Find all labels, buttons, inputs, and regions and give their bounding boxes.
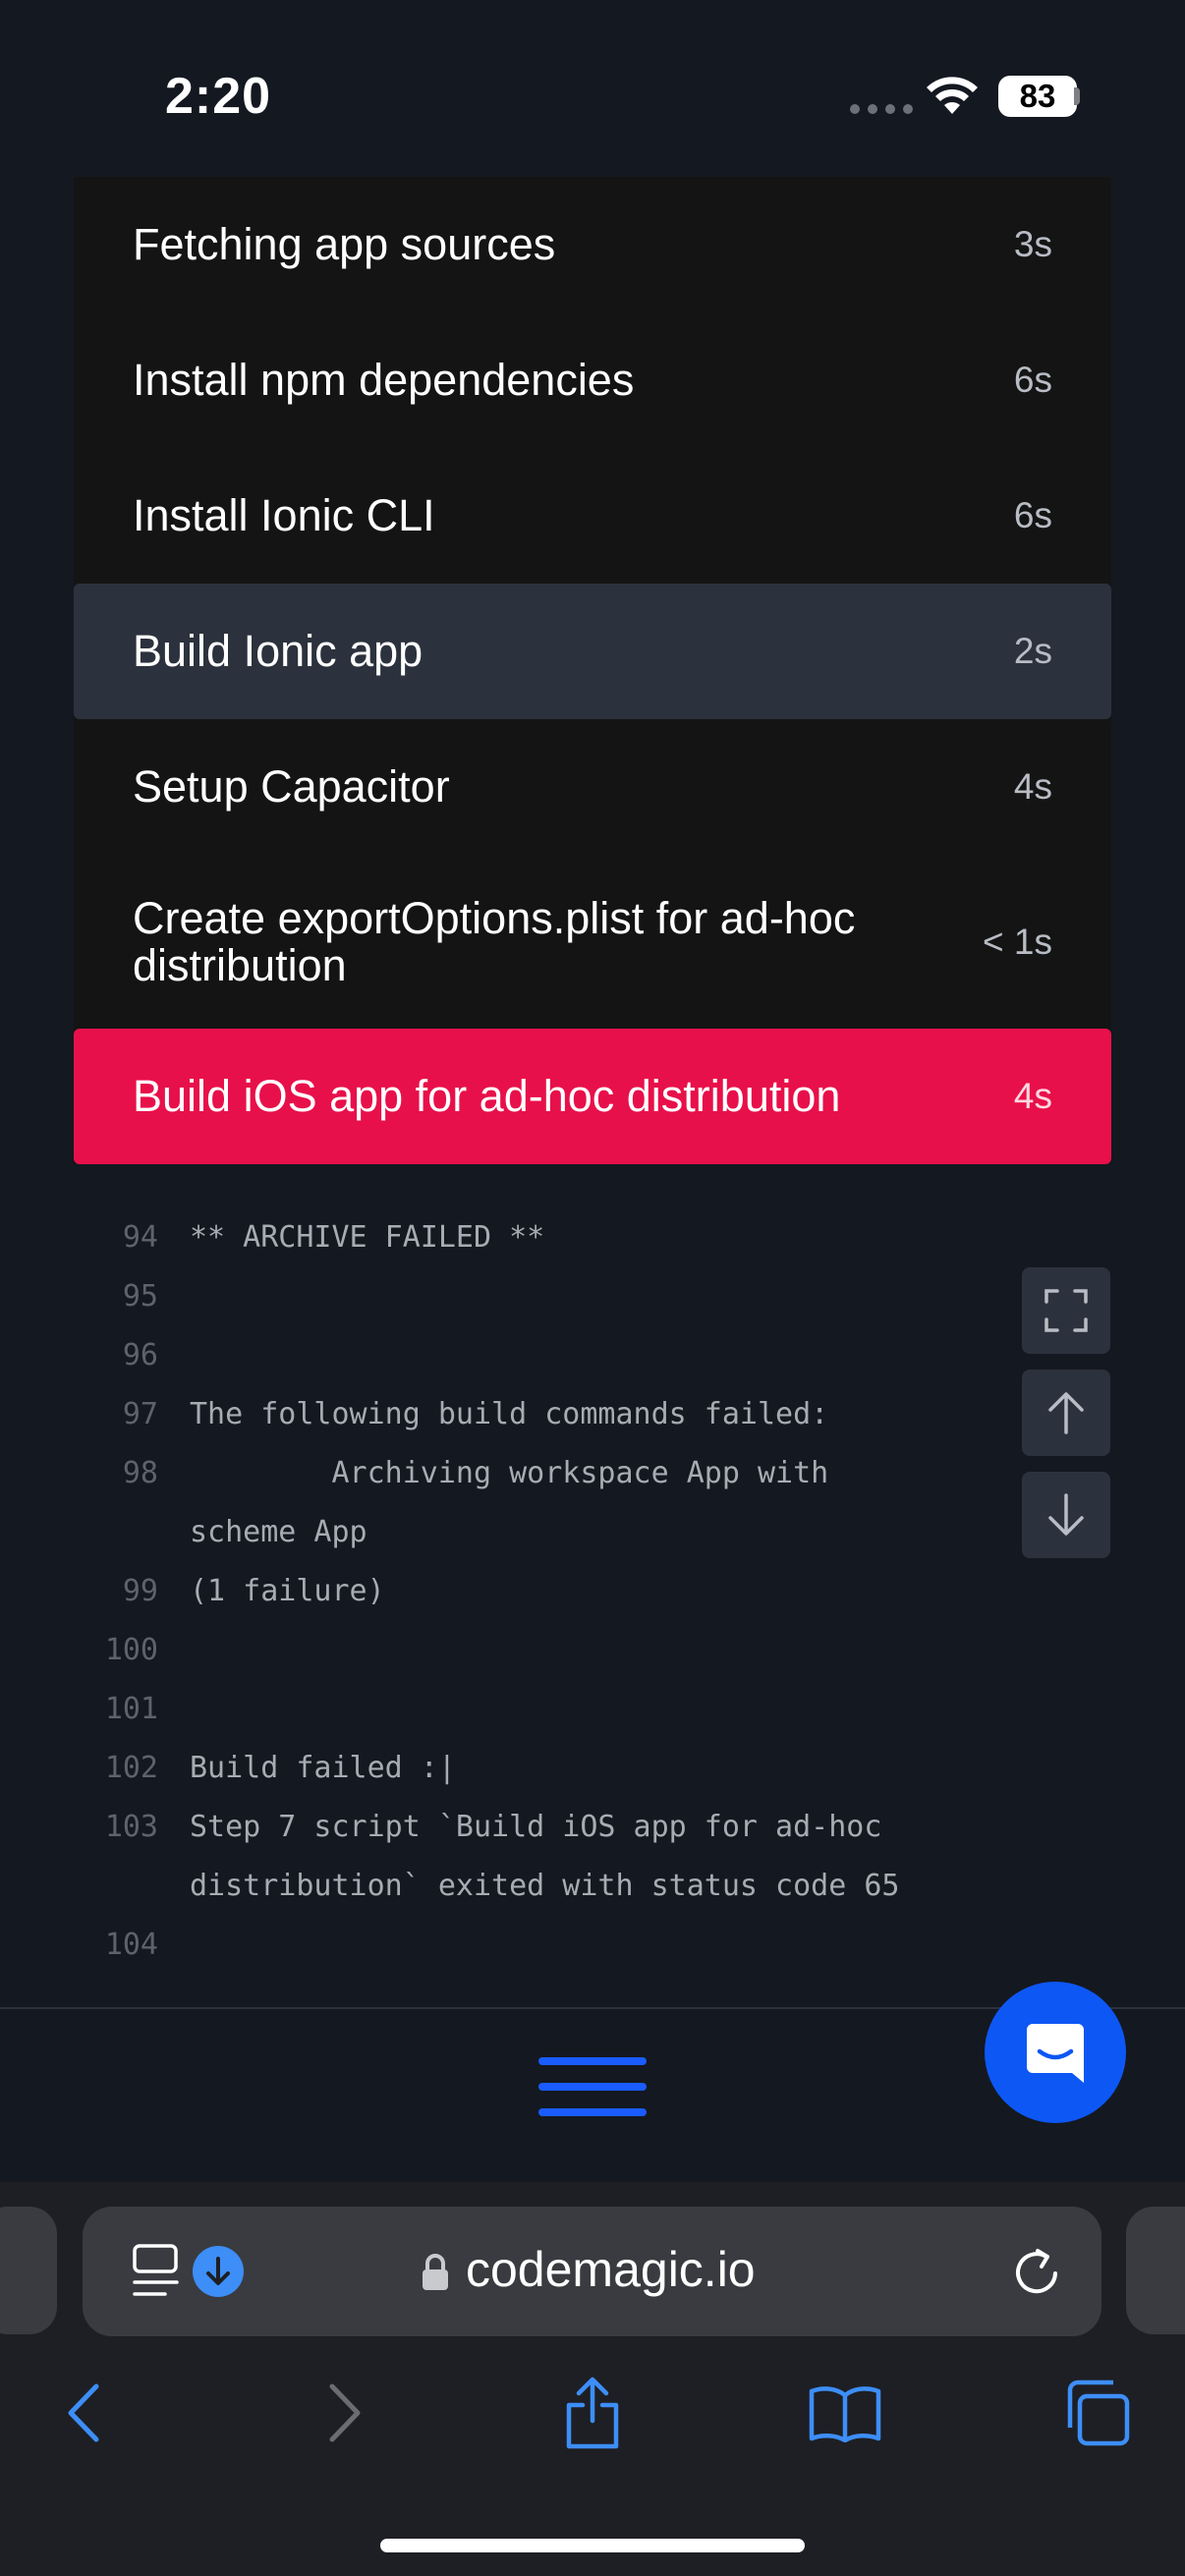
log-line-number: 98 bbox=[122, 1456, 158, 1490]
log-line: 99 (1 failure) bbox=[74, 1562, 1111, 1621]
build-log[interactable]: 94 ** ARCHIVE FAILED ** 95 96 97 The follo… bbox=[74, 1208, 1111, 2009]
battery-tip bbox=[1074, 87, 1080, 105]
status-bar: 2:20 83 bbox=[0, 0, 1185, 187]
reload-icon[interactable] bbox=[1012, 2247, 1061, 2296]
next-tab-preview[interactable] bbox=[1126, 2207, 1185, 2334]
step-fetching-app-sources[interactable]: Fetching app sources 3s bbox=[74, 177, 1111, 312]
log-line: 97 The following build commands failed: bbox=[74, 1385, 1111, 1444]
forward-button[interactable] bbox=[305, 2374, 383, 2452]
step-duration: 4s bbox=[1013, 766, 1052, 807]
step-build-ios-app[interactable]: Build iOS app for ad-hoc distribution 4s bbox=[74, 1029, 1111, 1164]
log-line: 104 bbox=[74, 1916, 1111, 1975]
bookmarks-button[interactable] bbox=[806, 2374, 884, 2452]
scroll-bottom-button[interactable] bbox=[1022, 1472, 1110, 1558]
step-install-npm-dependencies[interactable]: Install npm dependencies 6s bbox=[74, 312, 1111, 448]
fullscreen-icon bbox=[1044, 1289, 1088, 1332]
build-steps-list: Fetching app sources 3s Install npm depe… bbox=[74, 177, 1111, 1164]
share-icon bbox=[566, 2377, 619, 2449]
log-line-text: Step 7 script `Build iOS app for ad-hoc … bbox=[190, 1810, 900, 1903]
step-title: Build iOS app for ad-hoc distribution bbox=[133, 1071, 841, 1121]
log-controls bbox=[1022, 1267, 1110, 1558]
step-title: Setup Capacitor bbox=[133, 761, 450, 812]
url-text[interactable]: codemagic.io bbox=[466, 2241, 756, 2298]
fullscreen-button[interactable] bbox=[1022, 1267, 1110, 1354]
chat-button[interactable] bbox=[985, 1982, 1126, 2123]
hamburger-menu-icon[interactable] bbox=[538, 2057, 647, 2126]
log-line-text bbox=[190, 1326, 946, 1385]
previous-tab-preview[interactable] bbox=[0, 2207, 57, 2334]
log-line-text: The following build commands failed: bbox=[190, 1397, 829, 1431]
back-button[interactable] bbox=[45, 2374, 124, 2452]
log-line-text bbox=[190, 1680, 946, 1739]
log-line: 96 bbox=[74, 1326, 1111, 1385]
wifi-icon bbox=[927, 77, 978, 114]
step-duration: 2s bbox=[1013, 631, 1052, 671]
chat-icon bbox=[1027, 2024, 1084, 2083]
log-line-text: ** ARCHIVE FAILED ** bbox=[190, 1220, 545, 1255]
page-menu-icon[interactable] bbox=[132, 2243, 181, 2298]
bookmarks-icon bbox=[809, 2386, 881, 2442]
log-line: 100 bbox=[74, 1621, 1111, 1680]
log-line-number: 97 bbox=[122, 1397, 158, 1431]
log-line-text: (1 failure) bbox=[190, 1574, 385, 1608]
scroll-top-button[interactable] bbox=[1022, 1370, 1110, 1456]
step-build-ionic-app[interactable]: Build Ionic app 2s bbox=[74, 584, 1111, 719]
cellular-signal-icon bbox=[850, 104, 913, 114]
log-line: 101 bbox=[74, 1680, 1111, 1739]
step-title: Install Ionic CLI bbox=[133, 490, 435, 540]
step-duration: 6s bbox=[1013, 360, 1052, 400]
lock-icon bbox=[423, 2254, 448, 2290]
log-line: 98 Archiving workspace App with scheme A… bbox=[74, 1444, 1111, 1562]
log-line-text: Archiving workspace App with scheme App bbox=[190, 1456, 847, 1549]
log-line: 102 Build failed :| bbox=[74, 1739, 1111, 1798]
step-duration: < 1s bbox=[983, 921, 1052, 962]
step-title: Build Ionic app bbox=[133, 626, 423, 676]
step-title: Fetching app sources bbox=[133, 219, 556, 269]
step-title: Install npm dependencies bbox=[133, 355, 635, 405]
tabs-icon bbox=[1067, 2380, 1130, 2446]
step-duration: 3s bbox=[1013, 224, 1052, 264]
log-line: 94 ** ARCHIVE FAILED ** bbox=[74, 1208, 1111, 1267]
step-install-ionic-cli[interactable]: Install Ionic CLI 6s bbox=[74, 448, 1111, 584]
log-line-number: 94 bbox=[122, 1220, 158, 1255]
log-line-text bbox=[190, 1267, 946, 1326]
log-line-number: 101 bbox=[104, 1692, 158, 1726]
log-line-number: 96 bbox=[122, 1338, 158, 1372]
chevron-left-icon bbox=[68, 2383, 99, 2442]
log-line-number: 100 bbox=[104, 1633, 158, 1667]
log-line-text bbox=[190, 1621, 946, 1680]
step-duration: 6s bbox=[1013, 495, 1052, 535]
tabs-button[interactable] bbox=[1057, 2374, 1136, 2452]
arrow-up-icon bbox=[1048, 1392, 1084, 1434]
log-line: 95 bbox=[74, 1267, 1111, 1326]
chevron-right-icon bbox=[329, 2383, 361, 2442]
arrow-down-icon bbox=[1048, 1493, 1084, 1536]
step-setup-capacitor[interactable]: Setup Capacitor 4s bbox=[74, 719, 1111, 855]
step-title: Create exportOptions.plist for ad-hoc di… bbox=[133, 892, 856, 990]
log-line-text bbox=[190, 1916, 946, 1975]
log-line-number: 99 bbox=[122, 1574, 158, 1608]
log-line-text: Build failed :| bbox=[190, 1751, 456, 1785]
log-line-number: 104 bbox=[104, 1928, 158, 1962]
download-icon[interactable] bbox=[193, 2246, 244, 2297]
log-line-number: 95 bbox=[122, 1279, 158, 1314]
step-duration: 4s bbox=[1013, 1076, 1052, 1116]
share-button[interactable] bbox=[553, 2374, 632, 2452]
log-line-number: 102 bbox=[104, 1751, 158, 1785]
log-line: 103 Step 7 script `Build iOS app for ad-h… bbox=[74, 1798, 1111, 1916]
log-line-number: 103 bbox=[104, 1810, 158, 1844]
step-create-export-options[interactable]: Create exportOptions.plist for ad-hoc di… bbox=[74, 855, 1111, 1029]
home-indicator bbox=[380, 2539, 805, 2552]
status-time: 2:20 bbox=[165, 68, 272, 125]
battery-icon: 83 bbox=[998, 76, 1077, 117]
